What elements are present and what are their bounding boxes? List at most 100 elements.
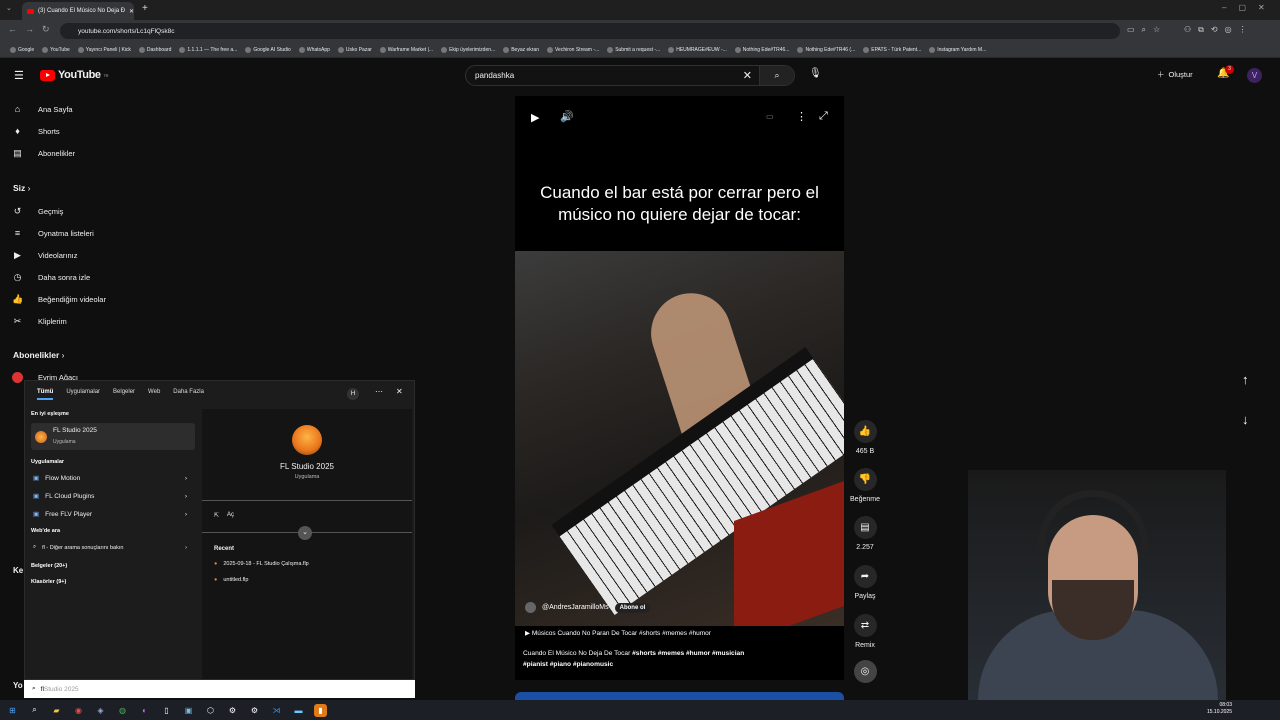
vscode-icon[interactable]: ⋊ bbox=[270, 704, 283, 717]
more-options-icon[interactable]: ⋯ bbox=[375, 387, 383, 396]
search-icon[interactable]: ⌕ bbox=[28, 704, 41, 717]
channel-name[interactable]: @AndresJaramilloMs bbox=[542, 604, 609, 611]
shorts-player[interactable]: ▶ 🔊 ▭ ⋮ ⤢ Cuando el bar está por cerrar … bbox=[515, 96, 844, 680]
bookmark-item[interactable]: Vechiron Stream -... bbox=[543, 46, 603, 53]
subscriptions-header[interactable]: Abonelikler › bbox=[13, 350, 65, 360]
chrome-icon[interactable]: ◍ bbox=[116, 704, 129, 717]
bookmark-item[interactable]: 1.1.1.1 — The free a... bbox=[175, 46, 241, 53]
sidebar-item-beğendiğim-videolar[interactable]: 👍 Beğendiğim videolar bbox=[12, 294, 106, 305]
url-field[interactable]: youtube.com/shorts/Lc1qFlQsk8c bbox=[60, 23, 1120, 39]
file-explorer-icon[interactable]: ▰ bbox=[50, 704, 63, 717]
tab-close-icon[interactable]: ✕ bbox=[129, 8, 134, 15]
you-section-header[interactable]: Siz › bbox=[13, 183, 31, 193]
youtube-logo[interactable]: YouTube TR bbox=[40, 69, 109, 81]
dislike-button[interactable]: 👎 Beğenme bbox=[846, 468, 884, 503]
mic-icon[interactable]: 🎙 bbox=[809, 68, 822, 79]
expand-chevron-icon[interactable]: ⌄ bbox=[298, 526, 312, 540]
bookmark-item[interactable]: Ekip üyelerimizden... bbox=[437, 46, 499, 53]
description-tags[interactable]: #shorts #memes #humor #musician bbox=[632, 650, 744, 657]
bookmark-item[interactable]: Dashboard bbox=[135, 46, 175, 53]
fullscreen-icon[interactable]: ⤢ bbox=[819, 110, 828, 123]
bookmark-item[interactable]: Beyaz ekran bbox=[499, 46, 543, 53]
user-avatar[interactable]: H bbox=[347, 388, 359, 400]
avatar[interactable]: V bbox=[1247, 68, 1262, 83]
more-options-icon[interactable]: ⋮ bbox=[796, 110, 807, 123]
next-short-icon[interactable]: ↓ bbox=[1242, 412, 1249, 427]
search-button[interactable]: ⌕ bbox=[759, 66, 794, 85]
search-tab[interactable]: Tümü bbox=[37, 389, 54, 400]
app-icon[interactable]: ▣ bbox=[182, 704, 195, 717]
create-button[interactable]: ＋ Oluştur bbox=[1157, 69, 1193, 80]
new-tab-icon[interactable]: + bbox=[142, 3, 148, 14]
address-bar-icons[interactable]: ▭⌕☆ bbox=[1127, 25, 1167, 35]
app-result-item[interactable]: ▣ FL Cloud Plugins › bbox=[31, 492, 195, 501]
video-frame[interactable] bbox=[515, 251, 844, 626]
sound-button[interactable]: ◎ bbox=[850, 660, 880, 688]
bookmark-item[interactable]: HEUMRAGE#EUW -... bbox=[664, 46, 731, 53]
document-icon[interactable]: ▯ bbox=[160, 704, 173, 717]
app-icon[interactable]: ⬡ bbox=[204, 704, 217, 717]
previous-short-icon[interactable]: ↑ bbox=[1242, 372, 1249, 387]
sidebar-item-shorts[interactable]: ♦ Shorts bbox=[12, 126, 59, 136]
search-tab[interactable]: Belgeler bbox=[113, 389, 135, 400]
taskbar-search-input[interactable]: ⌕ flStudio 2025 bbox=[24, 680, 415, 698]
settings-icon[interactable]: ⚙ bbox=[226, 704, 239, 717]
open-action[interactable]: ⇱ Aç bbox=[214, 512, 234, 519]
documents-header[interactable]: Belgeler (20+) bbox=[31, 563, 67, 569]
close-icon[interactable]: ✕ bbox=[396, 387, 403, 396]
remix-button[interactable]: ⇄ Remix bbox=[850, 614, 880, 649]
bookmark-item[interactable]: Yayıncı Paneli | Kick bbox=[74, 46, 135, 53]
volume-icon[interactable]: 🔊 bbox=[560, 110, 574, 123]
sidebar-item-daha-sonra-izle[interactable]: ◷ Daha sonra izle bbox=[12, 272, 91, 283]
search-tab[interactable]: Daha Fazla bbox=[173, 389, 204, 400]
bookmark-item[interactable]: Google bbox=[6, 46, 38, 53]
recent-file-item[interactable]: ● untitled.flp bbox=[214, 577, 248, 583]
folders-header[interactable]: Klasörler (9+) bbox=[31, 579, 66, 585]
browser-tab-active[interactable]: (3) Cuando El Músico No Deja Đ ✕ bbox=[22, 2, 134, 20]
bookmark-item[interactable]: WhatsApp bbox=[295, 46, 334, 53]
windows-start-icon[interactable]: ⊞ bbox=[6, 704, 19, 717]
app-result-item[interactable]: ▣ Flow Motion › bbox=[31, 474, 195, 483]
app-result-item[interactable]: ▣ Free FLV Player › bbox=[31, 510, 195, 519]
sidebar-item-oynatma-listeleri[interactable]: ≡ Oynatma listeleri bbox=[12, 228, 94, 238]
nav-back-forward-reload-icons[interactable]: ←→↻ bbox=[8, 24, 58, 35]
extension-icons[interactable]: ⚇⧉⟲◎⋮ bbox=[1184, 25, 1254, 35]
web-search-item[interactable]: ⌕ fl - Diğer arama sonuçlarını bakın › bbox=[31, 544, 195, 551]
sidebar-item-geçmiş[interactable]: ↺ Geçmiş bbox=[12, 206, 64, 217]
system-clock[interactable]: 08:03 15.10.2025 bbox=[1207, 702, 1232, 716]
best-match-item[interactable]: FL Studio 2025 Uygulama bbox=[31, 423, 195, 450]
fl-studio-taskbar-icon[interactable]: ▮ bbox=[314, 703, 327, 717]
tab-search-icon[interactable]: ⌄ bbox=[6, 4, 12, 12]
suggestion-link[interactable]: ▶ Músicos Cuando No Paran De Tocar #shor… bbox=[525, 629, 711, 637]
bookmark-item[interactable]: Instagram Yardım M... bbox=[925, 46, 990, 53]
subscribe-button[interactable]: Abone ol bbox=[614, 602, 651, 613]
sidebar-item-videolarınız[interactable]: ▶ Videolarınız bbox=[12, 250, 77, 261]
sidebar-item-abonelikler[interactable]: ▤ Abonelikler bbox=[12, 148, 75, 159]
menu-icon[interactable]: ☰ bbox=[14, 69, 24, 82]
bookmark-item[interactable]: Nothing Ede#TR46... bbox=[731, 46, 794, 53]
sidebar-item-kliplerim[interactable]: ✂ Kliplerim bbox=[12, 316, 67, 327]
description-tags[interactable]: #pianist #piano #pianomusic bbox=[523, 661, 613, 668]
channel-avatar-icon[interactable] bbox=[525, 602, 536, 613]
app-icon[interactable]: ▬ bbox=[292, 704, 305, 717]
captions-icon[interactable]: ▭ bbox=[766, 112, 774, 121]
bookmark-item[interactable]: Google AI Studio bbox=[241, 46, 295, 53]
opera-icon[interactable]: ◉ bbox=[72, 704, 85, 717]
chevron-right-icon[interactable]: › bbox=[185, 493, 187, 500]
steam-icon[interactable]: ◈ bbox=[94, 704, 107, 717]
play-icon[interactable]: ▶ bbox=[531, 111, 539, 124]
chevron-right-icon[interactable]: › bbox=[185, 475, 187, 482]
bookmark-item[interactable]: EPATS - Türk Patent... bbox=[859, 46, 925, 53]
clear-search-icon[interactable]: ✕ bbox=[743, 69, 752, 82]
comments-button[interactable]: ▤ 2.257 bbox=[850, 516, 880, 551]
search-tab[interactable]: Uygulamalar bbox=[66, 389, 100, 400]
bookmark-item[interactable]: Submit a request -... bbox=[603, 46, 664, 53]
bookmark-item[interactable]: Nothing Ede#TR46 (... bbox=[793, 46, 859, 53]
bookmark-item[interactable]: Usko Pazar bbox=[334, 46, 376, 53]
bookmark-item[interactable]: YouTube bbox=[38, 46, 74, 53]
bookmark-item[interactable]: Warframe Market |... bbox=[376, 46, 437, 53]
share-button[interactable]: ➦ Paylaş bbox=[850, 565, 880, 600]
app-icon[interactable]: ◐ bbox=[138, 704, 151, 717]
window-controls[interactable]: –▢✕ bbox=[1222, 3, 1277, 12]
app-icon[interactable]: ⚙ bbox=[248, 704, 261, 717]
